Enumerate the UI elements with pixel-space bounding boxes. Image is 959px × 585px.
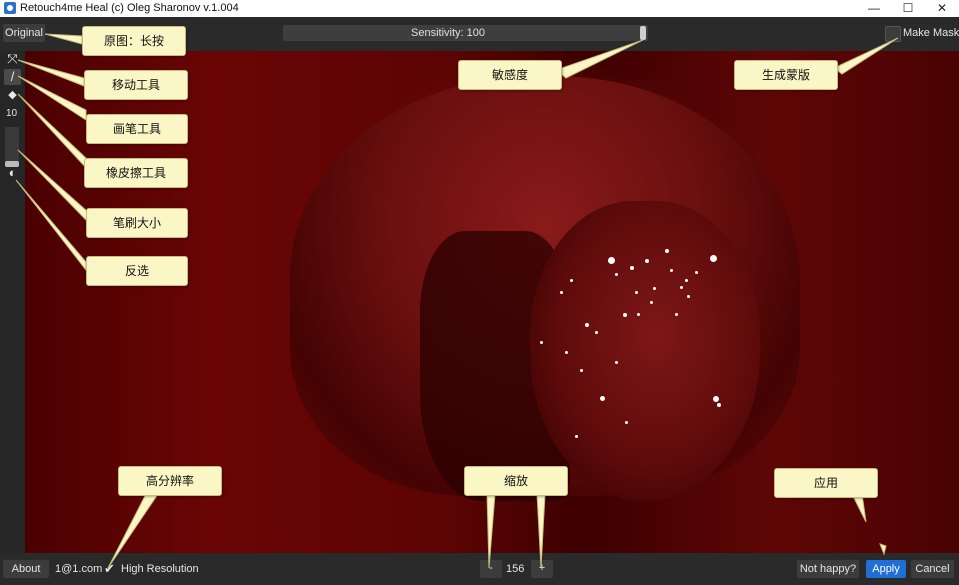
callout-original: 原图：长按 [82,26,186,56]
mask-spot [615,361,618,364]
mask-spot [623,313,627,317]
mask-spot [630,266,634,270]
mask-spot [635,291,638,294]
zoom-in-button[interactable]: + [531,560,553,578]
callout-brush-size: 笔刷大小 [86,208,188,238]
apply-button[interactable]: Apply [866,560,906,578]
not-happy-button[interactable]: Not happy? [797,560,859,578]
mask-spot [565,351,568,354]
callout-make-mask: 生成蒙版 [734,60,838,90]
mask-spot [637,313,640,316]
callout-high-resolution: 高分辨率 [118,466,222,496]
callout-apply: 应用 [774,468,878,498]
callout-brush-tool: 画笔工具 [86,114,188,144]
window-title: Retouch4me Heal (c) Oleg Sharonov v.1.00… [20,2,239,14]
zoom-value: 156 [506,563,525,575]
mask-spot [710,255,717,262]
make-mask-checkbox[interactable] [885,26,901,42]
mask-spot [560,291,563,294]
callout-move-tool: 移动工具 [84,70,188,100]
invert-selection-icon[interactable]: ◐ [4,165,21,181]
eraser-tool-icon[interactable]: ◆ [4,87,21,103]
callout-zoom: 缩放 [464,466,568,496]
mask-spot [580,369,583,372]
app-window: Original Sensitivity: 100 Make Mask ⤧ / … [0,17,959,585]
sensitivity-label: Sensitivity: 100 [411,27,485,39]
account-email: 1@1.com [55,563,103,575]
brush-size-slider[interactable] [5,127,19,167]
callout-invert: 反选 [86,256,188,286]
move-tool-icon[interactable]: ⤧ [4,51,21,67]
mask-spot [680,286,683,289]
brush-tool-icon[interactable]: / [4,69,21,85]
mask-spot [645,259,649,263]
sensitivity-slider[interactable]: Sensitivity: 100 [283,25,648,41]
mask-spot [687,295,690,298]
high-resolution-check-icon[interactable]: ✔ [104,561,115,577]
left-toolbar: ⤧ / ◆ 10 ◐ [0,51,25,553]
mask-spot [665,249,669,253]
mask-spot [600,396,605,401]
mask-spot [625,421,628,424]
high-resolution-label: High Resolution [121,563,199,575]
window-title-bar: Retouch4me Heal (c) Oleg Sharonov v.1.00… [0,0,959,17]
app-logo-icon [4,2,16,14]
brush-size-value: 10 [6,108,18,119]
sensitivity-slider-thumb[interactable] [640,26,646,40]
mask-spot [650,301,653,304]
mask-spot [670,269,673,272]
minimize-button[interactable]: — [857,0,891,17]
mask-spot [675,313,678,316]
mask-spot [685,279,688,282]
mask-spot [615,273,618,276]
make-mask-label: Make Mask [903,27,959,39]
mask-spot [713,396,719,402]
mask-spot [540,341,543,344]
about-button[interactable]: About [3,560,49,578]
mask-spot [570,279,573,282]
mask-spot [575,435,578,438]
maximize-button[interactable]: ☐ [891,0,925,17]
callout-sensitivity: 敏感度 [458,60,562,90]
close-button[interactable]: ✕ [925,0,959,17]
mask-spot [585,323,589,327]
callout-eraser-tool: 橡皮擦工具 [84,158,188,188]
cancel-button[interactable]: Cancel [911,560,954,578]
zoom-out-button[interactable]: - [480,560,502,578]
mask-spot [608,257,615,264]
mask-spot [695,271,698,274]
bottom-toolbar: About 1@1.com ✔ High Resolution - 156 + … [0,553,959,585]
mask-spot [595,331,598,334]
original-button[interactable]: Original [3,24,45,42]
mask-spot [717,403,721,407]
mask-spot [653,287,656,290]
